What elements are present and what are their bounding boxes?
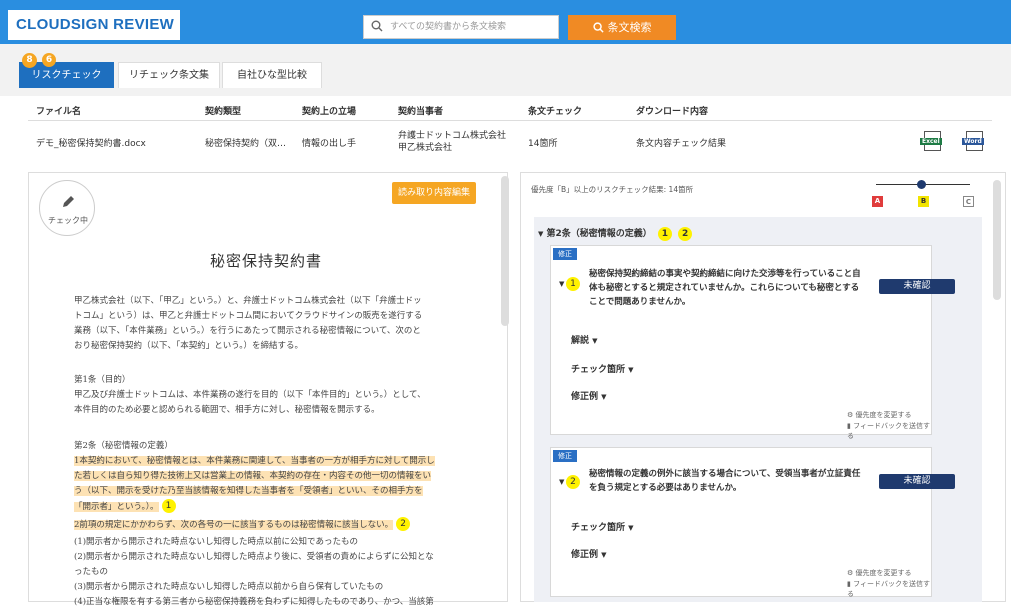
word-label: Word	[962, 138, 984, 145]
check-count: 14箇所	[528, 139, 558, 149]
file-name[interactable]: デモ_秘密保持契約書.docx	[36, 139, 146, 150]
risk-marker-2[interactable]: 2	[678, 226, 693, 241]
search-icon	[592, 22, 604, 33]
explanation-expander[interactable]: 解説 ▼	[571, 333, 598, 346]
highlighted-line[interactable]: 2前項の規定にかかわらず、次の各号の一に該当するものは秘密情報に該当しない。	[74, 519, 394, 530]
text-line: ったもの	[74, 567, 109, 577]
priority-level-a[interactable]: A	[872, 196, 883, 207]
risk-scrollbar[interactable]	[993, 180, 1001, 300]
fix-tag: 修正	[553, 248, 577, 260]
section-title: 第2条（秘密情報の定義）	[546, 229, 652, 239]
excel-label: Excel	[920, 138, 942, 145]
text-line: 甲乙株式会社（以下、「甲乙」という。）と、弁護士ドットコム株式会社（以下「弁護士…	[74, 296, 422, 306]
contract-type: 秘密保持契約（双…	[205, 139, 287, 149]
excel-download-icon[interactable]: Excel	[920, 131, 942, 151]
column-header: 条文チェック	[528, 107, 583, 117]
search-icon	[371, 20, 383, 32]
column-header: ファイル名	[36, 107, 82, 117]
app-logo[interactable]: CLOUDSIGN REVIEW	[8, 10, 180, 40]
text-line: 本件目的のため必要と認められる範囲で、相手方に対し、秘密情報を開示する。	[74, 405, 380, 415]
edit-reading-button[interactable]: 読み取り内容編集	[392, 182, 476, 204]
highlighted-line[interactable]: う（以下、開示を受けた乃至当該情報を知得した当事者を「受領者」といい、その相手方…	[74, 486, 423, 496]
change-priority-link[interactable]: ⚙ 優先度を変更する	[847, 568, 912, 578]
check-location-expander[interactable]: チェック箇所 ▼	[571, 362, 634, 375]
article-heading: 第1条（目的）	[74, 375, 131, 385]
column-header: 契約当事者	[398, 107, 444, 117]
highlighted-line[interactable]: た若しくは自ら知り得た技術上又は営業上の情報、本契約の存在・内容その他一切の情報…	[74, 471, 432, 481]
risk-number: 2	[566, 475, 580, 489]
slider-handle[interactable]	[917, 180, 926, 189]
check-location-expander[interactable]: チェック箇所 ▼	[571, 520, 634, 533]
fix-example-expander[interactable]: 修正例 ▼	[571, 389, 607, 402]
change-priority-link[interactable]: ⚙ 優先度を変更する	[847, 410, 912, 420]
send-feedback-link[interactable]: ▮ フィードバックを送信する	[847, 421, 931, 441]
article-heading: 第2条（秘密情報の定義）	[74, 441, 173, 451]
text-line: 甲乙及び弁護士ドットコムは、本件業務の遂行を目的（以下「本件目的」という。）とし…	[74, 390, 426, 400]
tab-label: 自社ひな型比較	[237, 70, 307, 81]
document-scrollbar[interactable]	[501, 176, 509, 326]
divider	[28, 120, 992, 121]
risk-card: 修正 ▼ 2 秘密情報の定義の例外に該当する場合について、受領当事者が立証責任 …	[550, 447, 955, 599]
tab-template-compare[interactable]: 自社ひな型比較	[222, 62, 322, 88]
risk-card: 修正 ▼ 1 秘密保持契約締結の事実や契約締結に向けた交渉等を行っていること自 …	[550, 245, 955, 440]
risk-marker-2[interactable]: 2	[396, 517, 411, 531]
priority-level-b[interactable]: B	[918, 196, 929, 207]
party-2: 甲乙株式会社	[398, 143, 453, 153]
intro-paragraph: 甲乙株式会社（以下、「甲乙」という。）と、弁護士ドットコム株式会社（以下「弁護士…	[74, 294, 422, 354]
risk-marker-1[interactable]: 1	[657, 226, 672, 241]
send-feedback-link[interactable]: ▮ フィードバックを送信する	[847, 579, 931, 599]
status-unconfirmed-button[interactable]: 未確認	[879, 279, 955, 294]
top-bar: CLOUDSIGN REVIEW すべての契約書から条文検索 条文検索	[0, 0, 1011, 44]
tab-label: リチェック条文集	[129, 70, 209, 81]
expand-icon[interactable]: ▼	[559, 478, 564, 486]
risk-question: 秘密情報の定義の例外に該当する場合について、受領当事者が立証責任 を負う規定とす…	[589, 469, 861, 493]
highlighted-line[interactable]: 「開示者」という。）。	[74, 501, 159, 512]
expand-icon[interactable]: ▼	[559, 280, 564, 288]
article-search-button[interactable]: 条文検索	[568, 15, 676, 40]
priority-level-c[interactable]: C	[963, 196, 974, 207]
risk-marker-1[interactable]: 1	[161, 499, 176, 513]
risk-summary: 優先度「B」以上のリスクチェック結果: 14箇所	[531, 185, 694, 194]
party-1: 弁護士ドットコム株式会社	[398, 131, 507, 141]
checking-label: チェック中	[48, 216, 88, 225]
download-content: 条文内容チェック結果	[636, 139, 727, 149]
text-line: (3)開示者から開示された時点ないし知得した時点以前から自ら保有していたもの	[74, 582, 384, 592]
text-line: (2)開示者から開示された時点ないし知得した時点より後に、受領者の責めによらずに…	[74, 552, 434, 562]
search-input[interactable]: すべての契約書から条文検索	[363, 15, 559, 39]
column-header: ダウンロード内容	[636, 107, 709, 117]
tab-recheck-articles[interactable]: リチェック条文集	[118, 62, 220, 88]
tab-label: リスクチェック	[31, 70, 102, 81]
column-header: 契約類型	[205, 107, 242, 117]
article-1: 第1条（目的） 甲乙及び弁護士ドットコムは、本件業務の遂行を目的（以下「本件目的…	[74, 373, 426, 418]
collapse-icon: ▼	[538, 230, 544, 238]
fix-tag: 修正	[553, 450, 577, 462]
word-download-icon[interactable]: Word	[962, 131, 984, 151]
search-placeholder: すべての契約書から条文検索	[390, 22, 507, 32]
column-header: 契約上の立場	[302, 107, 357, 117]
checking-indicator: チェック中	[39, 180, 95, 236]
text-line: 業務（以下、「本件業務」という。）を行うにあたって開示される秘密情報について、次…	[74, 326, 421, 336]
status-unconfirmed-button[interactable]: 未確認	[879, 474, 955, 489]
risk-question: 秘密保持契約締結の事実や契約締結に向けた交渉等を行っていること自 体も秘密とする…	[589, 269, 861, 307]
notification-badge: 6	[42, 53, 56, 67]
pencil-icon	[63, 196, 74, 207]
text-line: (1)開示者から開示された時点ないし知得した時点以前に公知であったもの	[74, 537, 358, 547]
text-line: (4)正当な権限を有する第三者から秘密保持義務を負わずに知得したものであり、かつ…	[74, 597, 434, 607]
risk-number: 1	[566, 277, 580, 291]
section-header[interactable]: ▼ 第2条（秘密情報の定義） 1 2	[538, 226, 693, 241]
contract-position: 情報の出し手	[302, 139, 357, 149]
highlighted-line[interactable]: 1本契約において、秘密情報とは、本件業務に関連して、当事者の一方が相手方に対して…	[74, 456, 435, 466]
text-line: おり秘密保持契約（以下、「本契約」という。）を締結する。	[74, 341, 303, 351]
article-2: 第2条（秘密情報の定義） 1本契約において、秘密情報とは、本件業務に関連して、当…	[74, 439, 435, 610]
text-line: トコム」という）は、甲乙と弁護士ドットコム間においてクラウドサインの販売を遂行す…	[74, 311, 423, 321]
notification-badge: 8	[22, 53, 37, 68]
document-title: 秘密保持契約書	[210, 252, 323, 270]
fix-example-expander[interactable]: 修正例 ▼	[571, 547, 607, 560]
search-button-label: 条文検索	[607, 21, 652, 34]
